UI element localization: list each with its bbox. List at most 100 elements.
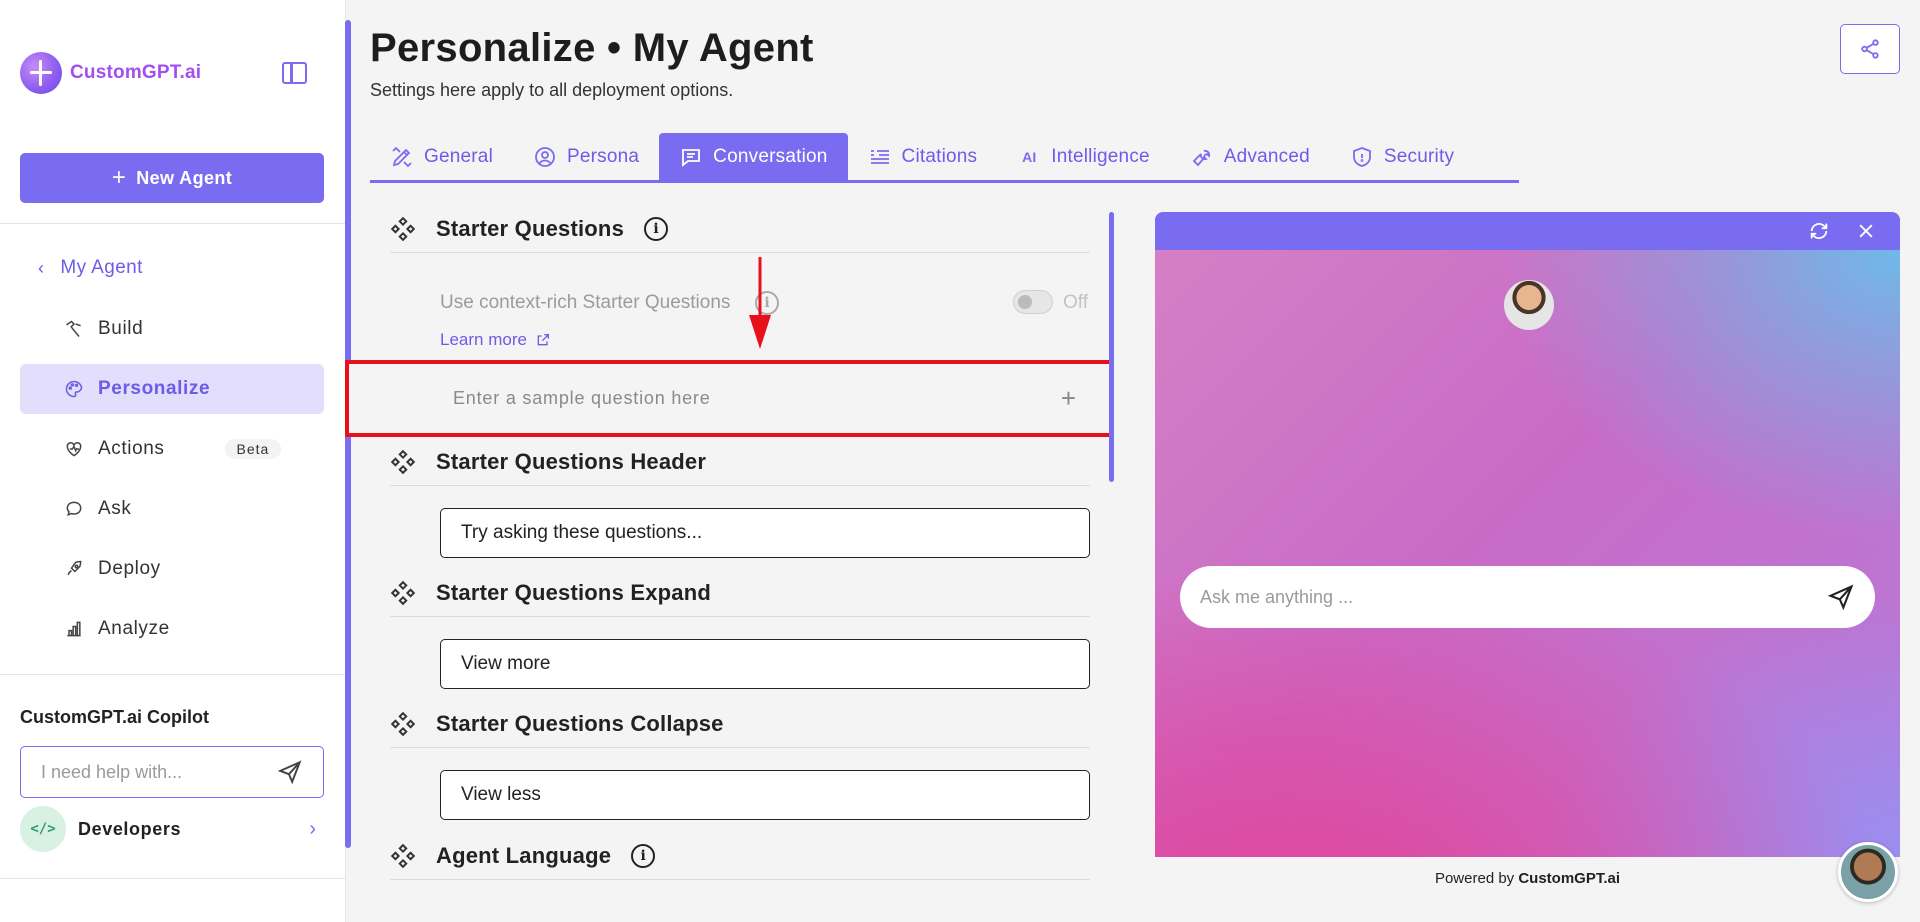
- share-button[interactable]: [1840, 24, 1900, 74]
- drag-handle-icon[interactable]: [390, 843, 416, 869]
- divider: [0, 674, 346, 675]
- build-icon: [66, 320, 81, 337]
- sample-question-row: +: [345, 360, 1114, 437]
- tab-citations[interactable]: Citations: [848, 133, 998, 180]
- copilot-title: CustomGPT.ai Copilot: [20, 707, 209, 727]
- copilot-input-box: [20, 746, 324, 798]
- sidebar-item-actions[interactable]: Actions Beta: [20, 424, 324, 474]
- toggle-state: Off: [1063, 292, 1088, 313]
- context-rich-toggle[interactable]: [1013, 290, 1053, 314]
- section-title: Starter Questions: [436, 216, 625, 241]
- settings-tabs: General Persona Conversation Citations A…: [370, 133, 1519, 183]
- powered-by: Powered by CustomGPT.ai: [1155, 870, 1900, 887]
- settings-scrollbar[interactable]: [1109, 212, 1114, 482]
- tab-general[interactable]: General: [370, 133, 513, 180]
- tab-persona[interactable]: Persona: [513, 133, 659, 180]
- tab-label: Persona: [567, 145, 640, 167]
- sidebar-item-analyze[interactable]: Analyze: [20, 604, 324, 654]
- starter-header-field: [440, 508, 1090, 558]
- sidebar-item-label: Analyze: [98, 618, 170, 639]
- starter-header-input[interactable]: [461, 522, 1069, 544]
- beta-badge: Beta: [224, 439, 282, 459]
- starter-expand-section: Starter Questions Expand: [390, 580, 1090, 617]
- tab-label: Intelligence: [1051, 145, 1150, 167]
- external-link-icon: [537, 334, 549, 346]
- chat-input[interactable]: [1200, 586, 1800, 608]
- info-icon[interactable]: i: [644, 217, 669, 241]
- tab-label: Citations: [901, 145, 978, 167]
- sidebar-item-label: Personalize: [98, 378, 211, 399]
- wrench-icon: [1190, 145, 1214, 169]
- sidebar-item-deploy[interactable]: Deploy: [20, 544, 324, 594]
- copilot-input[interactable]: [41, 761, 261, 783]
- user-avatar[interactable]: [1838, 842, 1898, 902]
- rocket-icon: [67, 560, 82, 576]
- quote-icon: [868, 145, 892, 169]
- chevron-left-icon: ‹: [38, 257, 45, 278]
- back-to-agent-link[interactable]: ‹ My Agent: [38, 257, 143, 279]
- brand-logo[interactable]: CustomGPT.ai: [20, 52, 201, 94]
- starter-collapse-input[interactable]: [461, 784, 1069, 806]
- divider: [0, 878, 346, 879]
- starter-collapse-section: Starter Questions Collapse: [390, 711, 1090, 748]
- new-agent-button[interactable]: + New Agent: [20, 153, 324, 203]
- starter-header-section: Starter Questions Header: [390, 449, 1090, 486]
- sidebar-item-personalize[interactable]: Personalize: [20, 364, 324, 414]
- user-circle-icon: [533, 145, 557, 169]
- brand-name: CustomGPT.ai: [70, 62, 202, 83]
- bar-chart-icon: [67, 621, 81, 637]
- section-title: Starter Questions Expand: [436, 580, 711, 605]
- actions-icon: [66, 441, 82, 457]
- starter-expand-field: [440, 639, 1090, 689]
- preview-toolbar: [1155, 212, 1900, 250]
- red-arrow-annotation: [749, 257, 771, 349]
- learn-more-label: Learn more: [440, 330, 527, 349]
- starter-collapse-field: [440, 770, 1090, 820]
- section-title: Agent Language: [436, 843, 612, 868]
- learn-more-link[interactable]: Learn more: [440, 330, 551, 350]
- tab-intelligence[interactable]: AI Intelligence: [997, 133, 1170, 180]
- developers-label: Developers: [78, 818, 182, 839]
- sidebar-item-label: Ask: [98, 498, 132, 519]
- tab-advanced[interactable]: Advanced: [1170, 133, 1330, 180]
- sidebar-item-ask[interactable]: Ask: [20, 484, 324, 534]
- sidebar-item-label: Build: [98, 318, 144, 339]
- starter-questions-section: Starter Questions i: [390, 216, 1090, 253]
- sample-question-input[interactable]: [453, 388, 1013, 409]
- send-icon[interactable]: [1827, 583, 1855, 611]
- section-title: Starter Questions Collapse: [436, 711, 724, 736]
- page-title: Personalize • My Agent: [370, 26, 814, 70]
- tab-label: Advanced: [1223, 145, 1310, 167]
- chat-preview: [1155, 212, 1900, 857]
- tab-security[interactable]: Security: [1330, 133, 1474, 180]
- sidebar-item-label: Actions: [98, 438, 165, 459]
- powered-brand[interactable]: CustomGPT.ai: [1518, 870, 1620, 887]
- info-icon[interactable]: i: [631, 844, 656, 868]
- section-title: Starter Questions Header: [436, 449, 707, 474]
- chat-icon: [66, 501, 82, 517]
- share-icon: [1861, 39, 1879, 59]
- send-icon[interactable]: [277, 759, 303, 785]
- chat-input-box: [1180, 566, 1875, 628]
- agent-language-section: Agent Language i: [390, 843, 1090, 880]
- shield-icon: [1350, 145, 1374, 169]
- starter-expand-input[interactable]: [461, 653, 1069, 675]
- developers-link[interactable]: </> Developers ›: [20, 806, 324, 852]
- preview-body: [1155, 250, 1900, 857]
- back-label: My Agent: [60, 257, 143, 278]
- drag-handle-icon[interactable]: [390, 711, 416, 737]
- palette-icon: [65, 380, 83, 398]
- drag-handle-icon[interactable]: [390, 216, 416, 242]
- close-icon[interactable]: [1856, 221, 1876, 241]
- powered-prefix: Powered by: [1434, 870, 1515, 887]
- sidebar-item-build[interactable]: Build: [20, 304, 324, 354]
- drag-handle-icon[interactable]: [390, 580, 416, 606]
- drag-handle-icon[interactable]: [390, 449, 416, 475]
- tab-label: General: [424, 145, 493, 167]
- add-question-icon[interactable]: +: [1061, 383, 1076, 414]
- sidebar: CustomGPT.ai + New Agent ‹ My Agent Buil…: [0, 0, 346, 922]
- sidebar-collapse-icon[interactable]: [282, 62, 307, 84]
- chevron-right-icon: ›: [309, 817, 316, 840]
- tab-conversation[interactable]: Conversation: [659, 133, 848, 180]
- refresh-icon[interactable]: [1808, 220, 1830, 242]
